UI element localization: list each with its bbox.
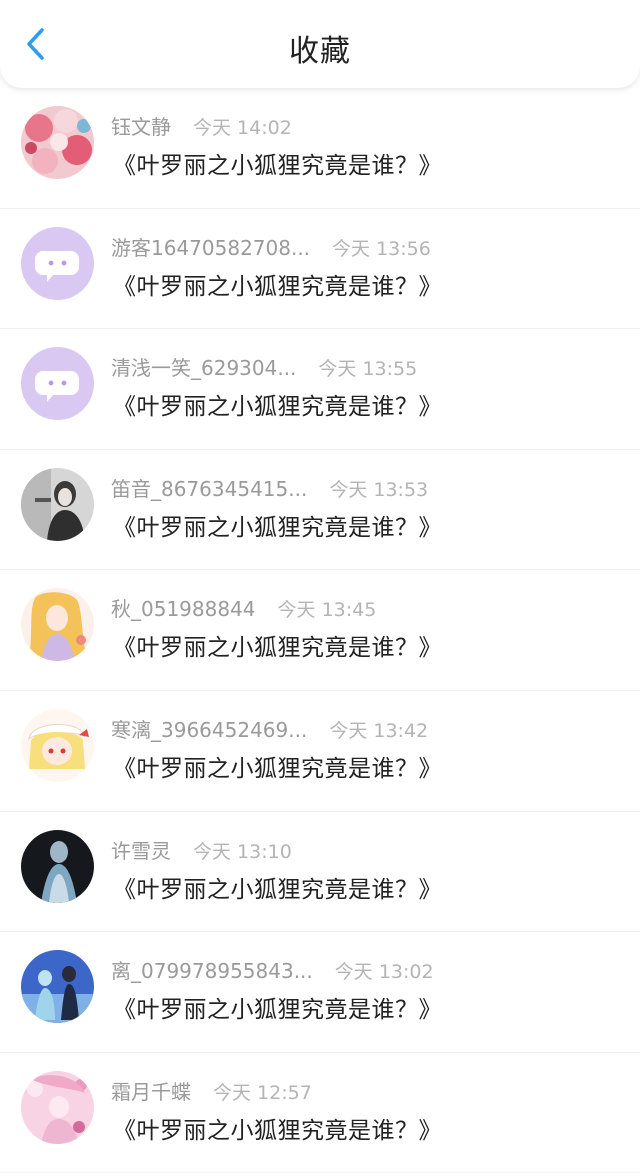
- username[interactable]: 寒漓_3966452469...: [111, 714, 307, 743]
- avatar[interactable]: [21, 226, 94, 300]
- avatar[interactable]: [21, 347, 94, 421]
- avatar[interactable]: [21, 950, 94, 1024]
- timestamp: 今天 13:10: [193, 840, 292, 863]
- header-bar: 收藏: [0, 0, 640, 88]
- chat-bubble-icon: [21, 347, 94, 421]
- favorite-title[interactable]: 《叶罗丽之小狐狸究竟是谁？》: [113, 1111, 442, 1145]
- favorite-title[interactable]: 《叶罗丽之小狐狸究竟是谁？》: [113, 508, 442, 542]
- avatar[interactable]: [21, 1070, 94, 1144]
- list-item[interactable]: 笛音_8676345415... 今天 13:53 《叶罗丽之小狐狸究竟是谁？》: [0, 450, 640, 571]
- list-item[interactable]: 寒漓_3966452469... 今天 13:42 《叶罗丽之小狐狸究竟是谁？》: [0, 691, 640, 812]
- favorite-title[interactable]: 《叶罗丽之小狐狸究竟是谁？》: [113, 267, 442, 301]
- avatar[interactable]: [21, 588, 94, 662]
- timestamp: 今天 13:53: [329, 478, 429, 501]
- avatar[interactable]: [21, 829, 94, 903]
- favorite-title[interactable]: 《叶罗丽之小狐狸究竟是谁？》: [113, 990, 442, 1024]
- username[interactable]: 钰文静: [111, 111, 171, 140]
- username[interactable]: 霜月千蝶: [111, 1076, 191, 1105]
- list-item[interactable]: 钰文静 今天 14:02 《叶罗丽之小狐狸究竟是谁？》: [0, 88, 640, 209]
- username[interactable]: 游客16470582708...: [111, 232, 310, 261]
- timestamp: 今天 13:45: [277, 599, 377, 622]
- favorite-title[interactable]: 《叶罗丽之小狐狸究竟是谁？》: [113, 387, 442, 421]
- favorites-list: 钰文静 今天 14:02 《叶罗丽之小狐狸究竟是谁？》 游客16470582708…: [0, 88, 640, 1173]
- avatar[interactable]: [21, 467, 94, 541]
- timestamp: 今天 14:02: [193, 117, 292, 139]
- favorite-title[interactable]: 《叶罗丽之小狐狸究竟是谁？》: [113, 749, 442, 783]
- favorite-title[interactable]: 《叶罗丽之小狐狸究竟是谁？》: [113, 628, 442, 662]
- list-item[interactable]: 离_079978955843... 今天 13:02 《叶罗丽之小狐狸究竟是谁？》: [0, 932, 640, 1053]
- timestamp: 今天 13:55: [318, 358, 418, 381]
- username[interactable]: 清浅一笑_629304...: [111, 352, 296, 381]
- list-item[interactable]: 许雪灵 今天 13:10 《叶罗丽之小狐狸究竟是谁？》: [0, 812, 640, 933]
- page-title: 收藏: [289, 34, 351, 69]
- timestamp: 今天 12:57: [213, 1081, 312, 1104]
- list-item[interactable]: 清浅一笑_629304... 今天 13:55 《叶罗丽之小狐狸究竟是谁？》: [0, 329, 640, 450]
- list-item[interactable]: 游客16470582708... 今天 13:56 《叶罗丽之小狐狸究竟是谁？》: [0, 209, 640, 330]
- chat-bubble-icon: [21, 226, 94, 300]
- avatar[interactable]: [21, 106, 94, 179]
- list-item[interactable]: 秋_051988844 今天 13:45 《叶罗丽之小狐狸究竟是谁？》: [0, 570, 640, 691]
- username[interactable]: 离_079978955843...: [111, 955, 313, 984]
- favorite-title[interactable]: 《叶罗丽之小狐狸究竟是谁？》: [113, 146, 442, 180]
- timestamp: 今天 13:42: [329, 719, 429, 742]
- list-item[interactable]: 霜月千蝶 今天 12:57 《叶罗丽之小狐狸究竟是谁？》: [0, 1053, 640, 1173]
- username[interactable]: 秋_051988844: [111, 593, 256, 622]
- username[interactable]: 笛音_8676345415...: [111, 473, 307, 502]
- avatar[interactable]: [21, 708, 94, 782]
- username[interactable]: 许雪灵: [111, 835, 171, 864]
- timestamp: 今天 13:56: [332, 237, 431, 260]
- timestamp: 今天 13:02: [334, 961, 434, 984]
- favorite-title[interactable]: 《叶罗丽之小狐狸究竟是谁？》: [113, 870, 442, 904]
